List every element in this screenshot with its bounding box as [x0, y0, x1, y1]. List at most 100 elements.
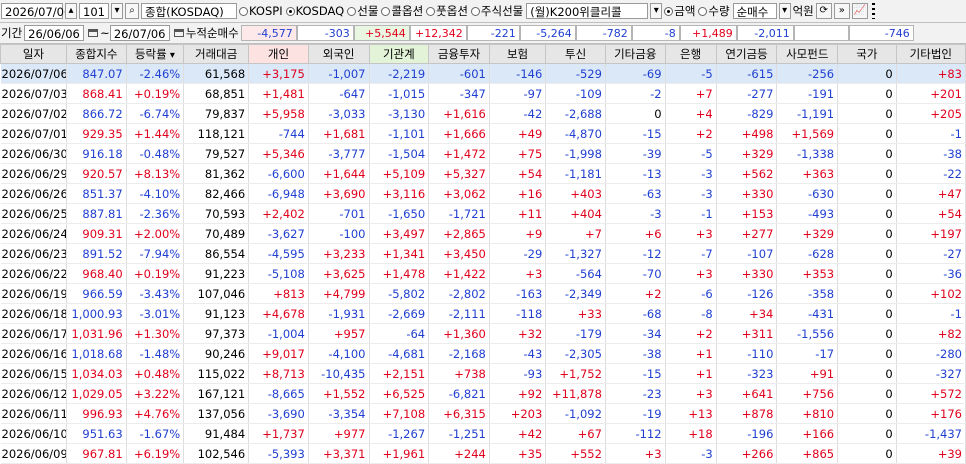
column-header-12[interactable]: 연기금등	[715, 44, 778, 64]
table-cell: +1,481	[248, 83, 309, 104]
table-cell: -4,870	[545, 123, 606, 144]
cumulative-sum-1: -303	[296, 25, 354, 41]
table-row[interactable]: 2026/06/22 968.40 +0.19% 91,223 -5,108 +3,625…	[0, 263, 966, 284]
date-input[interactable]: 2026/07/06	[1, 3, 71, 19]
table-cell: -431	[776, 303, 839, 324]
table-cell: +738	[428, 363, 490, 384]
code-dropdown-button[interactable]: ▾	[111, 3, 123, 19]
table-cell: -100	[308, 223, 370, 244]
table-row[interactable]: 2026/06/11 996.93 +4.76% 137,056 -3,690 -3,35…	[0, 403, 966, 424]
more-icon[interactable]	[871, 3, 875, 19]
chart-icon: 📈	[853, 5, 866, 16]
column-header-5[interactable]: 외국인	[307, 44, 370, 64]
table-cell: 0	[837, 443, 897, 464]
calendar-icon[interactable]	[88, 29, 99, 37]
table-cell: -615	[716, 63, 778, 84]
column-header-7[interactable]: 금융투자	[428, 44, 490, 64]
cumulative-sum-7: -8	[631, 25, 680, 41]
column-header-8[interactable]: 보험	[488, 44, 547, 64]
table-cell: 79,837	[183, 103, 250, 124]
unit-select[interactable]: (월)K200위클리콜	[526, 3, 649, 19]
refresh-button[interactable]: ⟳	[815, 3, 832, 19]
market-radio-0[interactable]: KOSPI	[239, 3, 283, 19]
table-row[interactable]: 2026/06/17 1,031.96 +1.30% 97,373 -1,004 +957…	[0, 323, 966, 344]
table-cell: 0	[837, 403, 897, 424]
table-cell: -39	[605, 143, 666, 164]
table-row[interactable]: 2026/06/24 909.31 +2.00% 70,489 -3,627 -100 +3…	[0, 223, 966, 244]
market-radio-5[interactable]: 주식선물	[470, 3, 523, 19]
cumulative-sum-0: -4,577	[240, 25, 297, 41]
chart-button[interactable]: 📈	[851, 3, 868, 19]
table-cell: +54	[489, 163, 547, 184]
table-cell: 1,018.68	[66, 343, 127, 364]
market-radio-2[interactable]: 선물	[347, 3, 378, 19]
column-header-15[interactable]: 기타법인	[895, 44, 966, 64]
table-cell: +153	[716, 203, 778, 224]
date-spin-button[interactable]: ▴	[65, 3, 77, 19]
table-row[interactable]: 2026/06/16 1,018.68 -1.48% 90,246 +9,017 -4,1…	[0, 343, 966, 364]
table-row[interactable]: 2026/06/29 920.57 +8.13% 81,362 -6,600 +1,644…	[0, 163, 966, 184]
measure-radio-group: 금액 수량	[664, 3, 732, 19]
table-cell: -630	[776, 183, 839, 204]
table-cell: +878	[716, 403, 778, 424]
table-cell: -29	[489, 243, 547, 264]
table-row[interactable]: 2026/06/10 951.63 -1.67% 91,484 +1,737 +977 -1…	[0, 423, 966, 444]
table-cell: -1	[665, 203, 717, 224]
table-row[interactable]: 2026/07/01 929.35 +1.44% 118,121 -744 +1,681-…	[0, 123, 966, 144]
table-cell: +82	[896, 323, 966, 344]
mode-select[interactable]: 순매수	[732, 3, 777, 19]
column-header-6[interactable]: 기관계	[368, 44, 430, 64]
period-from-input[interactable]: 26/06/06	[24, 25, 85, 41]
table-row[interactable]: 2026/06/12 1,029.05 +3.22% 167,121 -8,665 +1,…	[0, 383, 966, 404]
table-cell: 86,554	[183, 243, 250, 264]
table-row[interactable]: 2026/06/15 1,034.03 +0.48% 115,022 +8,713 -10…	[0, 363, 966, 384]
table-row[interactable]: 2026/06/19 966.59 -3.43% 107,046 +813 +4,799-…	[0, 283, 966, 304]
measure-radio-1[interactable]: 수량	[698, 3, 730, 19]
table-cell: -69	[605, 63, 666, 84]
table-cell: -2,802	[428, 283, 490, 304]
mode-dropdown-button[interactable]: ▾	[778, 3, 791, 19]
table-row[interactable]: 2026/07/06 847.07 -2.46% 61,568 +3,175 -1,007…	[0, 63, 966, 84]
code-input[interactable]: 101	[79, 3, 109, 19]
cumulative-sum-8: +1,489	[679, 25, 737, 41]
table-cell: +1,644	[308, 163, 370, 184]
table-row[interactable]: 2026/06/30 916.18 -0.48% 79,527 +5,346 -3,777…	[0, 143, 966, 164]
unit-dropdown-button[interactable]: ▾	[650, 3, 663, 19]
table-row[interactable]: 2026/06/09 967.81 +6.19% 102,546 -5,393 +3,37…	[0, 443, 966, 464]
table-cell: +1,422	[428, 263, 490, 284]
table-cell: -1,721	[428, 203, 490, 224]
table-row[interactable]: 2026/06/26 851.37 -4.10% 82,466 -6,948 +3,690…	[0, 183, 966, 204]
market-radio-3[interactable]: 콜옵션	[381, 3, 423, 19]
column-header-2[interactable]: 등락률 ▾	[125, 44, 185, 64]
toolbar: 2026/07/06 ▴ 101 ▾ ⌕ 종합(KOSDAQ) KOSPI KOS…	[0, 0, 966, 23]
table-cell: -107	[716, 243, 778, 264]
calendar-icon[interactable]	[173, 29, 184, 37]
next-button[interactable]: »	[833, 3, 850, 19]
column-header-0[interactable]: 일자	[0, 44, 68, 64]
table-row[interactable]: 2026/06/23 891.52 -7.94% 86,554 -4,595 +3,233…	[0, 243, 966, 264]
table-cell: 0	[837, 423, 897, 444]
table-row[interactable]: 2026/06/25 887.81 -2.36% 70,593 +2,402 -701 -1…	[0, 203, 966, 224]
column-header-14[interactable]: 국가	[837, 44, 897, 64]
sort-down-icon[interactable]: ▾	[167, 50, 175, 61]
column-header-1[interactable]: 종합지수	[66, 44, 127, 64]
table-row[interactable]: 2026/07/02 866.72 -6.74% 79,837 +5,958 -3,033…	[0, 103, 966, 124]
table-cell: -126	[716, 283, 778, 304]
column-header-3[interactable]: 거래대금	[183, 44, 250, 64]
period-to-input[interactable]: 26/07/06	[109, 25, 170, 41]
column-header-9[interactable]: 투신	[545, 44, 606, 64]
table-row[interactable]: 2026/07/03 868.41 +0.19% 68,851 +1,481 -647 -1…	[0, 83, 966, 104]
table-cell: +75	[489, 143, 547, 164]
table-cell: +957	[308, 323, 370, 344]
market-radio-4[interactable]: 풋옵션	[426, 3, 468, 19]
table-cell: +3	[665, 223, 717, 244]
column-header-10[interactable]: 기타금융	[604, 44, 666, 64]
search-button[interactable]: ⌕	[125, 3, 139, 19]
table-cell: +2,151	[369, 363, 430, 384]
market-radio-1[interactable]: KOSDAQ	[285, 3, 344, 19]
column-header-4[interactable]: 개인	[248, 44, 309, 64]
column-header-13[interactable]: 사모펀드	[776, 44, 839, 64]
table-row[interactable]: 2026/06/18 1,000.93 -3.01% 91,123 +4,678 -1,9…	[0, 303, 966, 324]
column-header-11[interactable]: 은행	[664, 44, 717, 64]
measure-radio-0[interactable]: 금액	[664, 3, 695, 19]
